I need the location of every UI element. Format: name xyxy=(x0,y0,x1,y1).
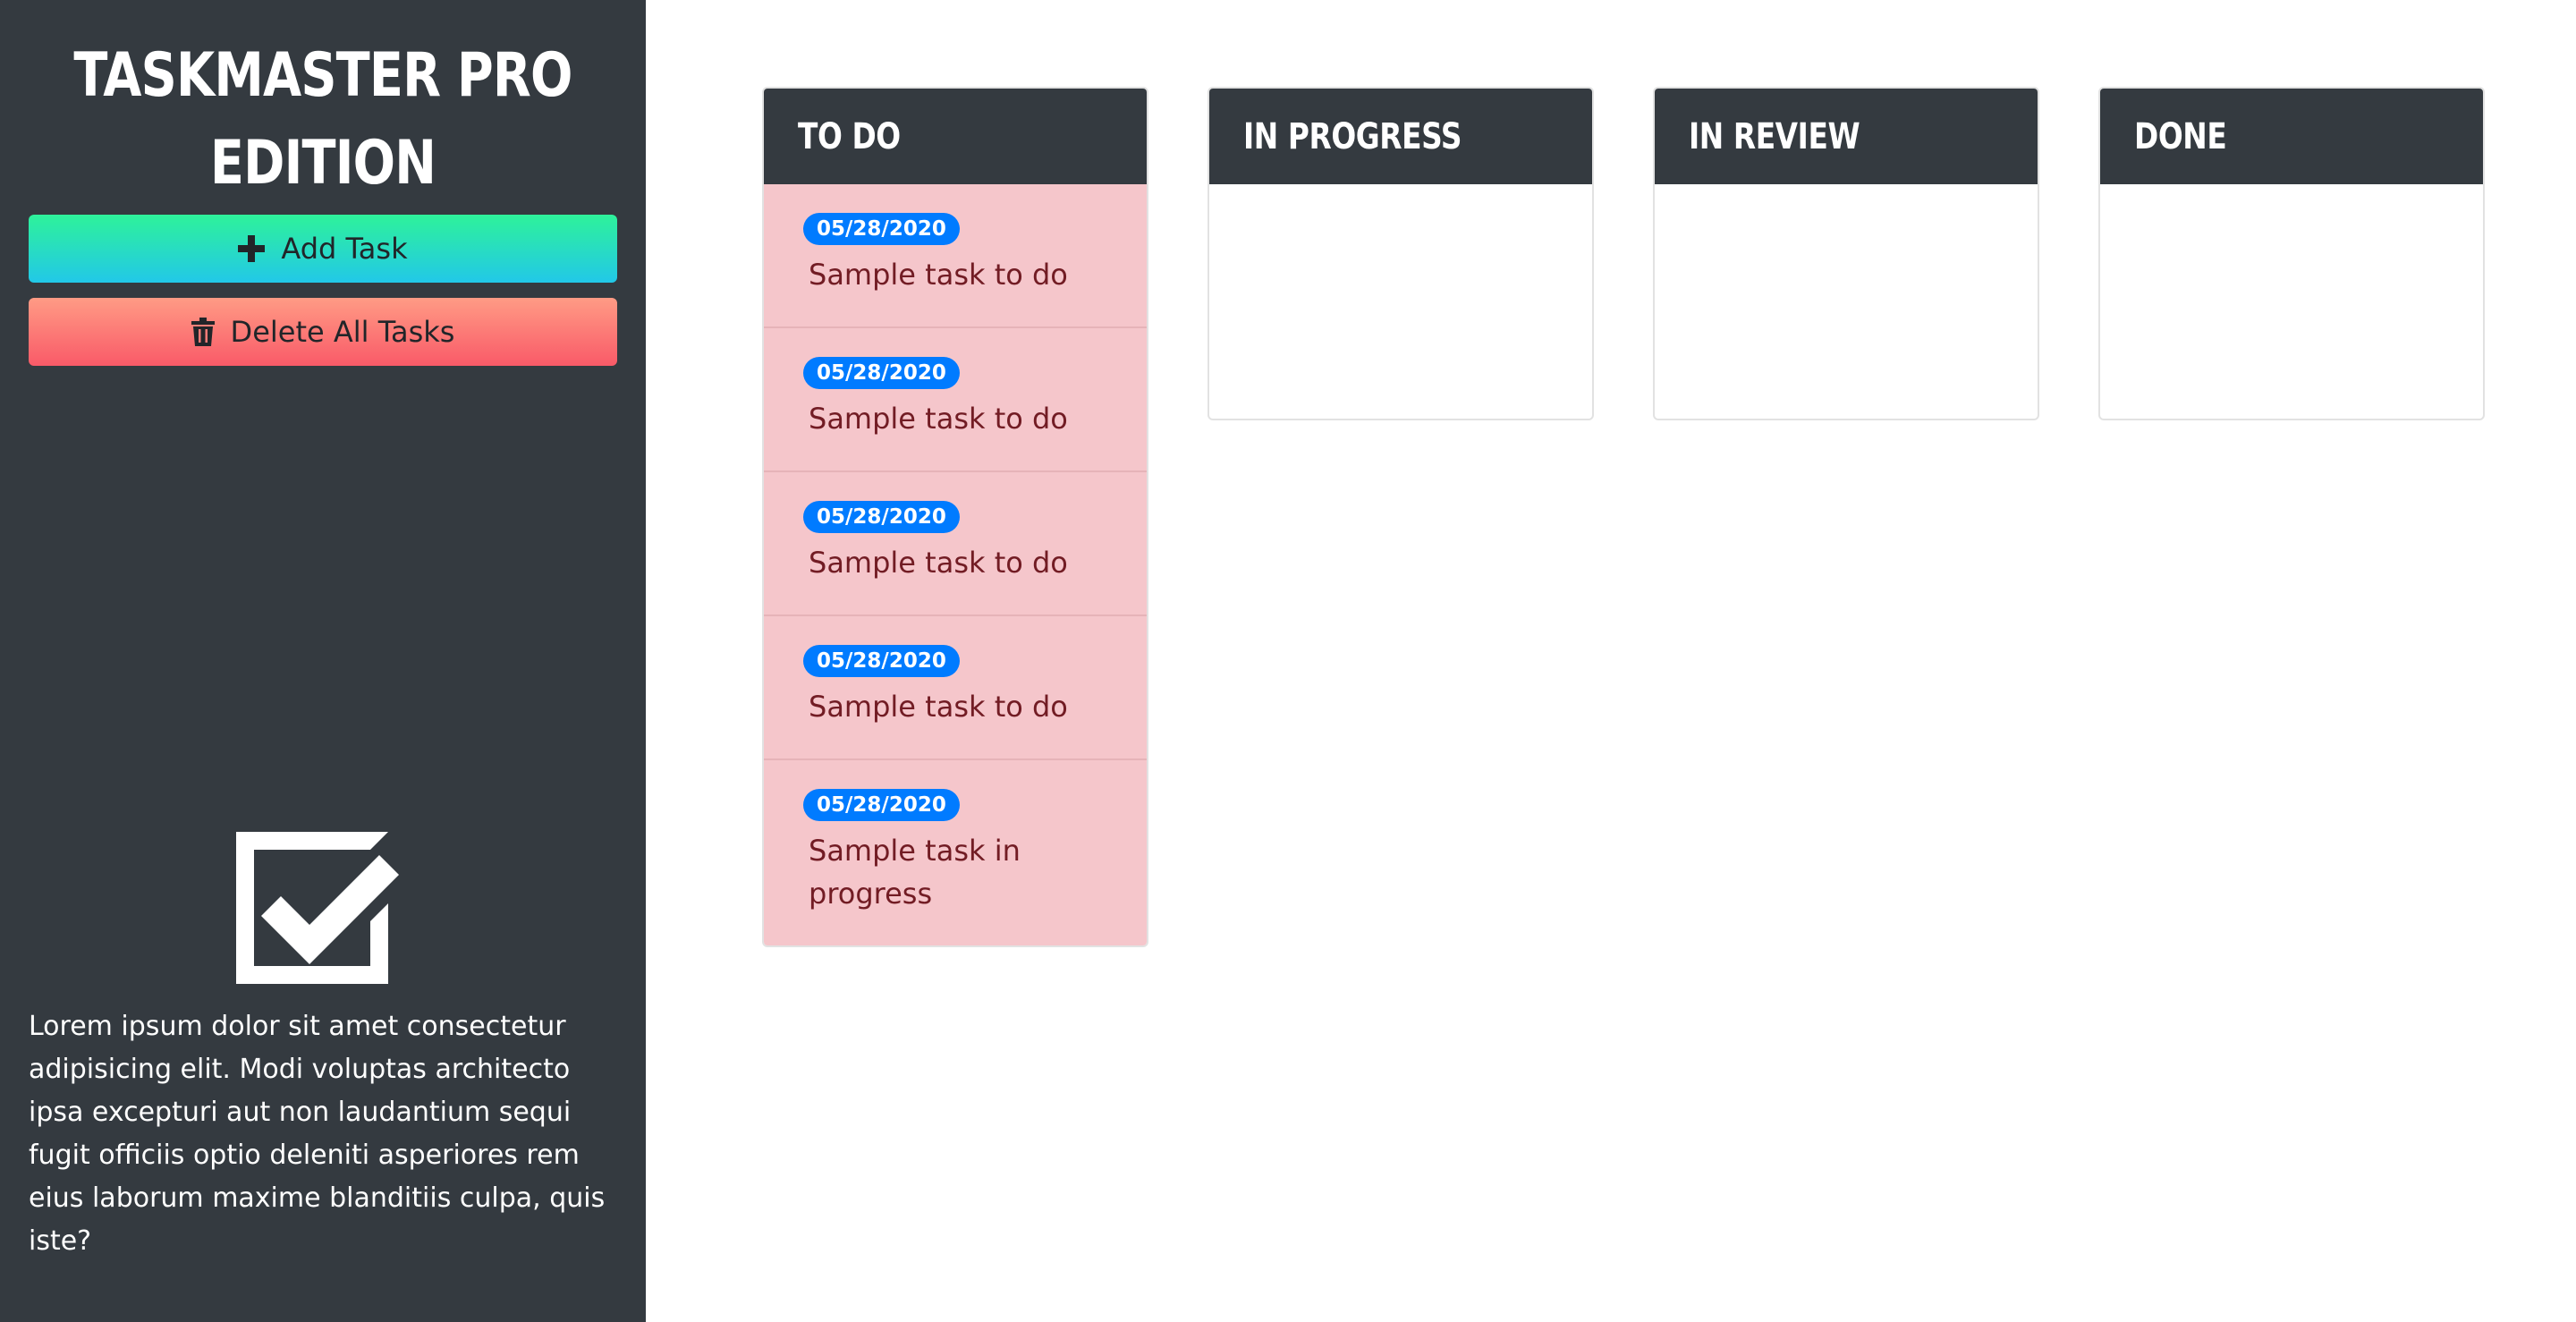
column-header: Done xyxy=(2100,89,2483,184)
column-body[interactable] xyxy=(1655,184,2038,419)
column-body[interactable] xyxy=(1209,184,1592,419)
app-title-line2: Edition xyxy=(209,128,436,199)
task-text: Sample task to do xyxy=(809,258,1068,292)
sidebar: Taskmaster Pro Edition Add Task Delete A… xyxy=(0,0,646,1322)
column-title: In Review xyxy=(1689,115,1860,157)
task-card[interactable]: 05/28/2020 Sample task in progress xyxy=(764,760,1147,945)
delete-all-tasks-label: Delete All Tasks xyxy=(230,315,455,349)
task-card[interactable]: 05/28/2020 Sample task to do xyxy=(764,184,1147,328)
plus-icon xyxy=(238,235,266,262)
delete-all-tasks-button[interactable]: Delete All Tasks xyxy=(29,298,617,366)
column-title: Done xyxy=(2134,115,2227,157)
about-text: Lorem ipsum dolor sit amet consectetur a… xyxy=(29,1011,606,1257)
column-done: Done xyxy=(2098,87,2485,420)
due-date-badge: 05/28/2020 xyxy=(803,645,960,677)
app: Taskmaster Pro Edition Add Task Delete A… xyxy=(0,0,2576,1322)
due-date-badge: 05/28/2020 xyxy=(803,213,960,245)
add-task-button[interactable]: Add Task xyxy=(29,215,617,283)
task-card[interactable]: 05/28/2020 Sample task to do xyxy=(764,616,1147,760)
task-card[interactable]: 05/28/2020 Sample task to do xyxy=(764,472,1147,616)
app-title: Taskmaster Pro Edition xyxy=(58,32,588,208)
column-in-progress: In Progress xyxy=(1208,87,1594,420)
column-header: In Progress xyxy=(1209,89,1592,184)
column-in-review: In Review xyxy=(1653,87,2039,420)
column-header: In Review xyxy=(1655,89,2038,184)
add-task-label: Add Task xyxy=(281,232,408,266)
trash-icon xyxy=(191,318,215,346)
task-card[interactable]: 05/28/2020 Sample task to do xyxy=(764,328,1147,472)
task-text: Sample task to do xyxy=(809,402,1068,436)
column-body[interactable] xyxy=(2100,184,2483,419)
task-text: Sample task to do xyxy=(809,546,1068,580)
due-date-badge: 05/28/2020 xyxy=(803,501,960,533)
column-header: To Do xyxy=(764,89,1147,184)
due-date-badge: 05/28/2020 xyxy=(803,789,960,821)
column-body: 05/28/2020 Sample task to do 05/28/2020 … xyxy=(764,184,1147,945)
due-date-badge: 05/28/2020 xyxy=(803,357,960,389)
task-text: Sample task in progress xyxy=(809,834,1021,911)
column-to-do: To Do 05/28/2020 Sample task to do 05/28… xyxy=(762,87,1148,947)
column-title: To Do xyxy=(798,115,901,157)
task-text: Sample task to do xyxy=(809,690,1068,724)
checkbox-checked-icon xyxy=(236,832,411,984)
app-title-line1: Taskmaster Pro xyxy=(73,40,572,111)
column-title: In Progress xyxy=(1243,115,1462,157)
